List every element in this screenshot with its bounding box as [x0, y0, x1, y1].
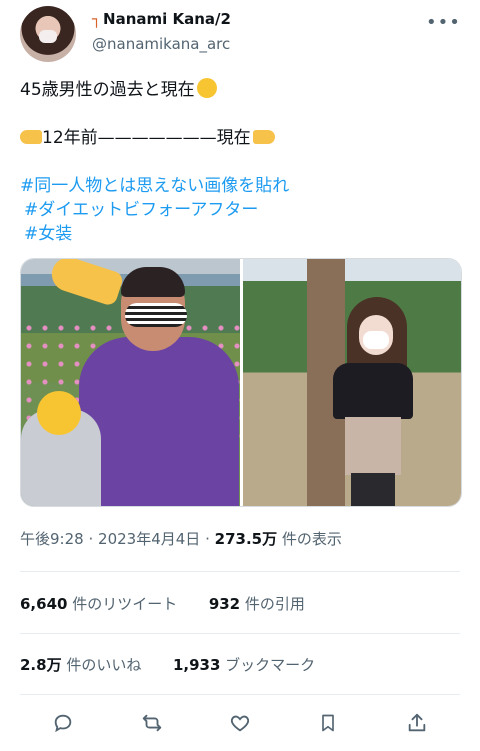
- retweets-stat[interactable]: 6,640 件のリツイート: [20, 595, 177, 613]
- photo-before[interactable]: [21, 259, 240, 506]
- smile-emoji-icon: [196, 78, 217, 98]
- views-count: 273.5万: [214, 530, 278, 548]
- divider: [20, 633, 460, 634]
- retweet-icon[interactable]: [137, 708, 167, 738]
- pointing-hand-emoji-icon: [47, 259, 125, 307]
- media-grid: [20, 258, 462, 507]
- bookmark-icon[interactable]: [313, 708, 343, 738]
- hashtag-link[interactable]: #同一人物とは思えない画像を貼れ: [20, 174, 460, 198]
- name-prefix-icon: ┐: [92, 10, 102, 28]
- quotes-stat[interactable]: 932 件の引用: [209, 595, 305, 613]
- stats-row-2: 2.8万 件のいいね 1,933 ブックマーク: [20, 654, 315, 675]
- tweet-text: 45歳男性の過去と現在 12年前———————現在 #同一人物とは思えない画像を…: [20, 78, 460, 246]
- tweet-header: ┐ Nanami Kana/2 @nanamikana_arc •••: [20, 6, 460, 64]
- author-handle[interactable]: @nanamikana_arc: [92, 35, 230, 53]
- stats-row-1: 6,640 件のリツイート 932 件の引用: [20, 593, 305, 614]
- views-label: 件の表示: [281, 530, 342, 548]
- likes-stat[interactable]: 2.8万 件のいいね: [20, 656, 141, 674]
- more-icon[interactable]: •••: [426, 12, 461, 33]
- tweet-line-2: 12年前———————現在: [20, 126, 460, 150]
- face-mask: [363, 331, 389, 349]
- pointing-left-emoji-icon: [252, 130, 275, 144]
- photo-after[interactable]: [243, 259, 461, 506]
- divider: [20, 694, 460, 695]
- blush-emoji-icon: [37, 391, 81, 435]
- divider: [20, 571, 460, 572]
- hashtag-link[interactable]: #女装: [20, 222, 460, 246]
- author-name-text: Nanami Kana/2: [103, 10, 231, 28]
- tweet-line-1: 45歳男性の過去と現在: [20, 78, 460, 102]
- bookmarks-stat[interactable]: 1,933 ブックマーク: [173, 656, 315, 674]
- avatar[interactable]: [20, 6, 76, 62]
- hashtag-link[interactable]: #ダイエットビフォーアフター: [20, 198, 460, 222]
- pointing-right-emoji-icon: [20, 130, 42, 144]
- reply-icon[interactable]: [48, 708, 78, 738]
- tweet-meta: 午後9:28 · 2023年4月4日 · 273.5万 件の表示: [20, 530, 342, 548]
- action-bar: [20, 708, 460, 738]
- share-icon[interactable]: [402, 708, 432, 738]
- tweet-date[interactable]: 2023年4月4日: [98, 530, 200, 548]
- like-icon[interactable]: [225, 708, 255, 738]
- tweet-time[interactable]: 午後9:28: [20, 530, 84, 548]
- author-name[interactable]: ┐ Nanami Kana/2: [92, 10, 231, 28]
- shutter-glasses: [125, 303, 187, 327]
